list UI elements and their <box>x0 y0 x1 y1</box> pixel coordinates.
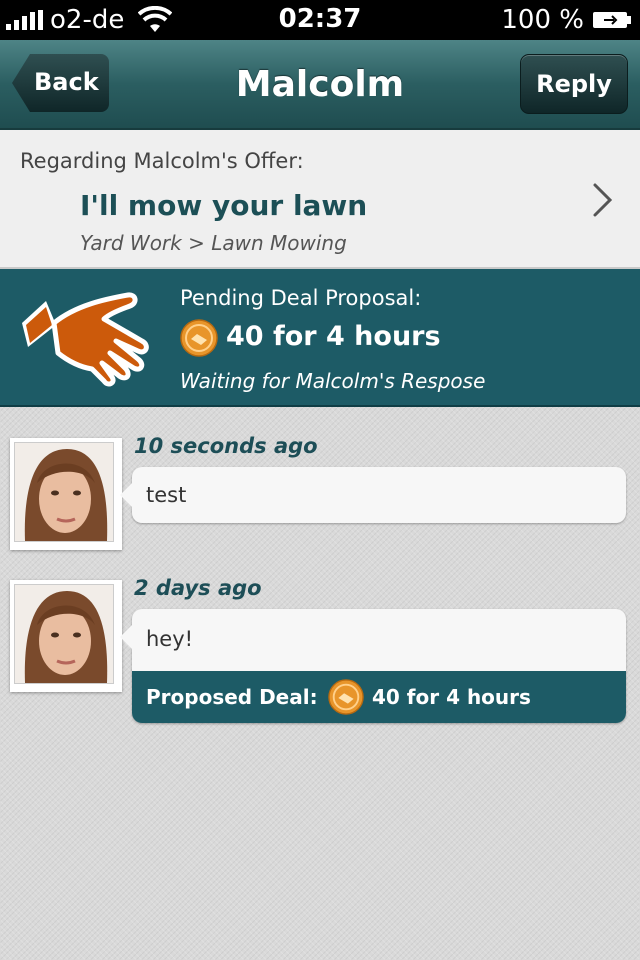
avatar[interactable] <box>10 580 122 692</box>
battery-icon <box>593 12 631 28</box>
message-text: test <box>146 483 187 507</box>
offer-title: I'll mow your lawn <box>80 189 368 222</box>
coin-icon <box>180 319 218 357</box>
message-text: hey! <box>146 627 194 651</box>
message-bubble: hey! Proposed Deal: 40 for 4 hours <box>120 609 626 723</box>
pending-deal-label: Pending Deal Proposal: <box>180 286 422 310</box>
pending-deal-status: Waiting for Malcolm's Respose <box>180 369 486 393</box>
avatar[interactable] <box>10 438 122 550</box>
offer-category: Yard Work > Lawn Mowing <box>80 231 347 255</box>
avatar-photo <box>14 442 114 542</box>
avatar-photo <box>14 584 114 684</box>
pending-deal-amount: 40 for 4 hours <box>226 321 441 352</box>
offer-regarding: Regarding Malcolm's Offer: <box>20 149 304 173</box>
message-timestamp: 10 seconds ago <box>134 434 318 458</box>
reply-button[interactable]: Reply <box>520 54 628 114</box>
chevron-right-icon <box>593 183 613 217</box>
proposed-deal-label: Proposed Deal: <box>146 685 318 709</box>
proposed-deal-bar[interactable]: Proposed Deal: 40 for 4 hours <box>132 671 626 723</box>
pending-deal-banner[interactable]: Pending Deal Proposal: 40 for 4 hours Wa… <box>0 269 640 407</box>
offer-link[interactable]: Regarding Malcolm's Offer: I'll mow your… <box>0 130 640 269</box>
battery-percent: 100 % <box>501 5 584 35</box>
handshake-hand-icon <box>22 292 149 387</box>
nav-bar: Back Malcolm Reply <box>0 40 640 130</box>
proposed-deal-amount: 40 for 4 hours <box>372 685 531 709</box>
message-timestamp: 2 days ago <box>134 576 262 600</box>
coin-icon <box>328 679 364 715</box>
message-bubble: test <box>120 467 626 523</box>
status-bar: o2-de 02:37 100 % <box>0 0 640 40</box>
